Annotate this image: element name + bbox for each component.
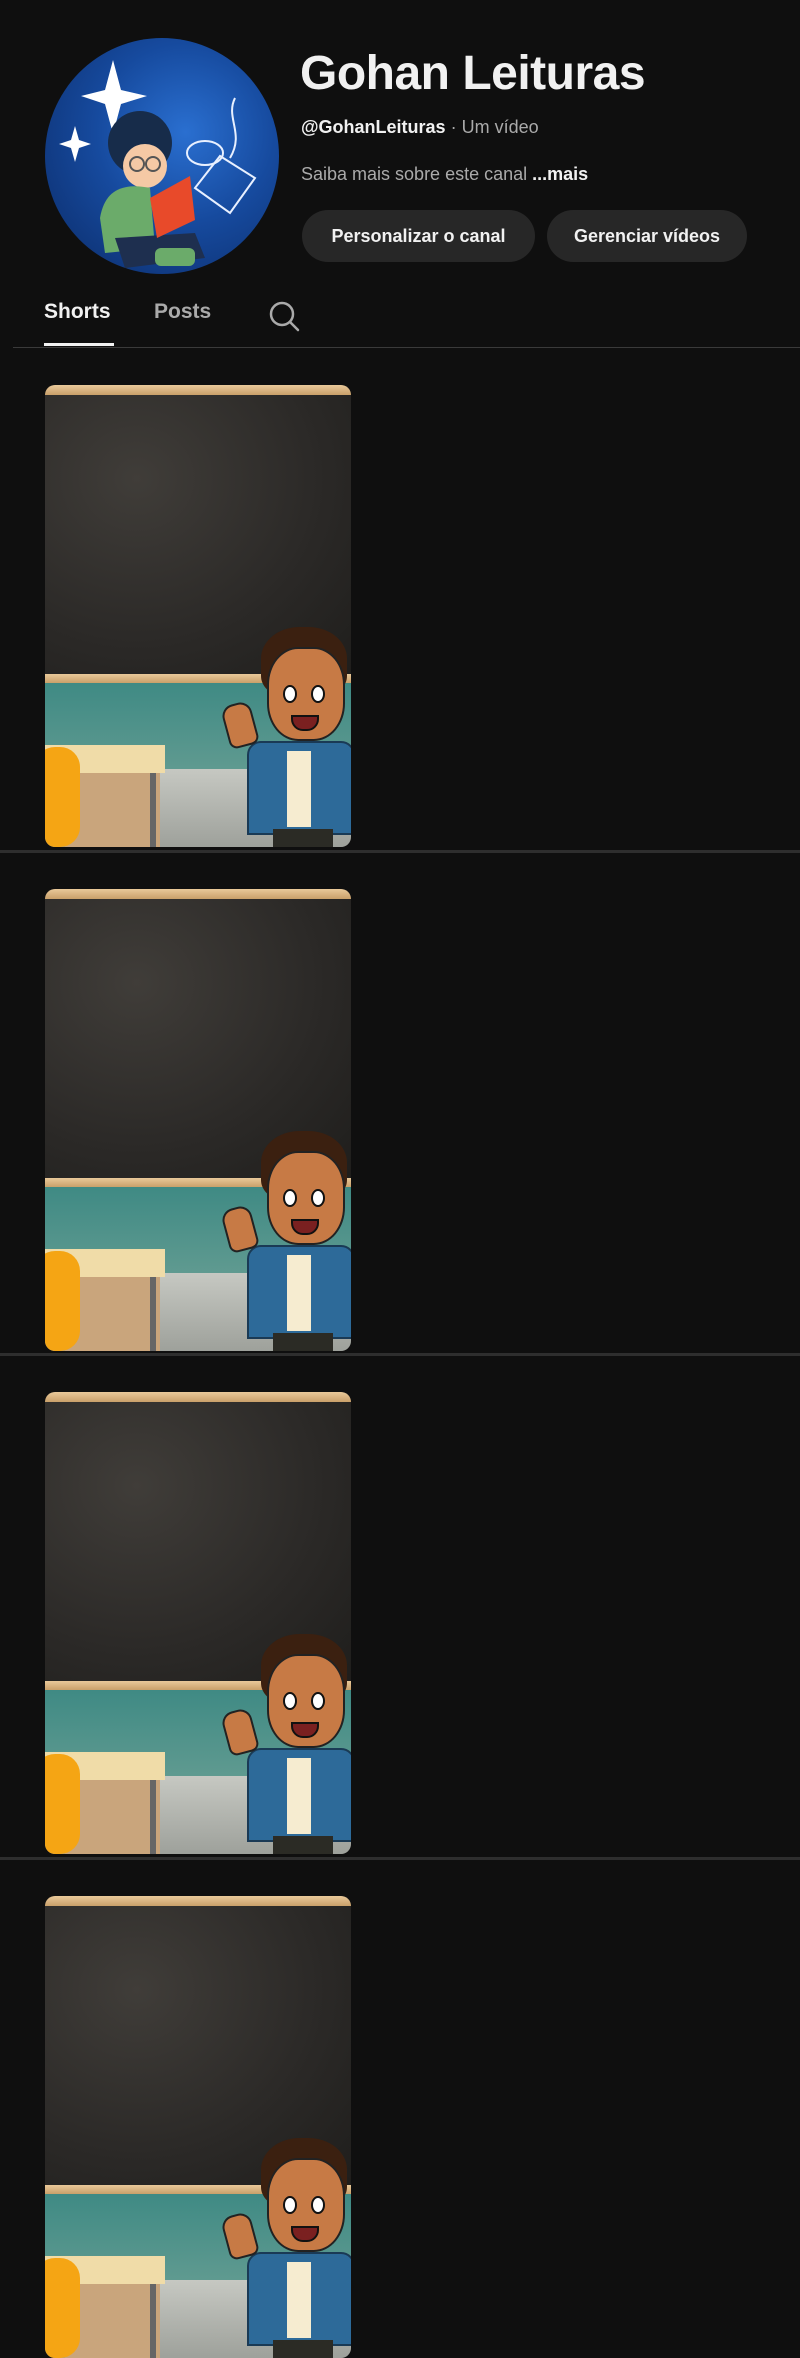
- row-separator: [0, 1353, 800, 1356]
- thumbnail-art: [283, 685, 297, 703]
- manage-videos-button[interactable]: Gerenciar vídeos: [547, 210, 747, 262]
- thumbnail-art: [273, 829, 333, 847]
- video-count: · Um vídeo: [450, 117, 539, 137]
- thumbnail-art: [273, 1333, 333, 1351]
- channel-avatar[interactable]: [45, 38, 279, 274]
- thumbnail-art: [45, 385, 351, 395]
- thumbnail-art: [45, 1754, 80, 1854]
- short-thumbnail[interactable]: [45, 385, 351, 847]
- thumbnail-art: [45, 1251, 80, 1351]
- thumbnail-art: [45, 2258, 80, 2358]
- tab-shorts[interactable]: Shorts: [44, 300, 111, 324]
- more-link[interactable]: ...mais: [532, 164, 588, 184]
- thumbnail-art: [150, 1780, 156, 1854]
- boy-reading-book-icon: [59, 60, 257, 268]
- tab-posts[interactable]: Posts: [154, 300, 211, 324]
- short-thumbnail[interactable]: [45, 1896, 351, 2358]
- thumbnail-art: [45, 747, 80, 847]
- channel-handle: @GohanLeituras: [301, 117, 446, 137]
- thumbnail-art: [311, 1692, 325, 1710]
- thumbnail-art: [311, 685, 325, 703]
- thumbnail-art: [45, 1392, 351, 1402]
- channel-description[interactable]: Saiba mais sobre este canal ...mais: [301, 164, 588, 185]
- channel-title: Gohan Leituras: [300, 47, 646, 100]
- thumbnail-art: [150, 2284, 156, 2358]
- thumbnail-art: [150, 1277, 156, 1351]
- thumbnail-art: [273, 1836, 333, 1854]
- thumbnail-art: [45, 1896, 351, 1906]
- thumbnail-art: [45, 889, 351, 899]
- active-tab-indicator: [44, 343, 114, 346]
- thumbnail-art: [283, 1692, 297, 1710]
- thumbnail-art: [287, 2262, 311, 2338]
- thumbnail-art: [273, 2340, 333, 2358]
- short-thumbnail[interactable]: [45, 1392, 351, 1854]
- thumbnail-art: [150, 773, 156, 847]
- tabs-divider: [13, 347, 800, 348]
- row-separator: [0, 1857, 800, 1860]
- thumbnail-art: [283, 2196, 297, 2214]
- description-text: Saiba mais sobre este canal: [301, 164, 528, 184]
- short-thumbnail[interactable]: [45, 889, 351, 1351]
- channel-meta: @GohanLeituras · Um vídeo: [301, 117, 539, 138]
- thumbnail-art: [283, 1189, 297, 1207]
- search-icon[interactable]: [266, 298, 302, 334]
- thumbnail-art: [311, 1189, 325, 1207]
- row-separator: [0, 850, 800, 853]
- thumbnail-art: [287, 1758, 311, 1834]
- thumbnail-art: [287, 751, 311, 827]
- customize-channel-button[interactable]: Personalizar o canal: [302, 210, 535, 262]
- thumbnail-art: [287, 1255, 311, 1331]
- thumbnail-art: [311, 2196, 325, 2214]
